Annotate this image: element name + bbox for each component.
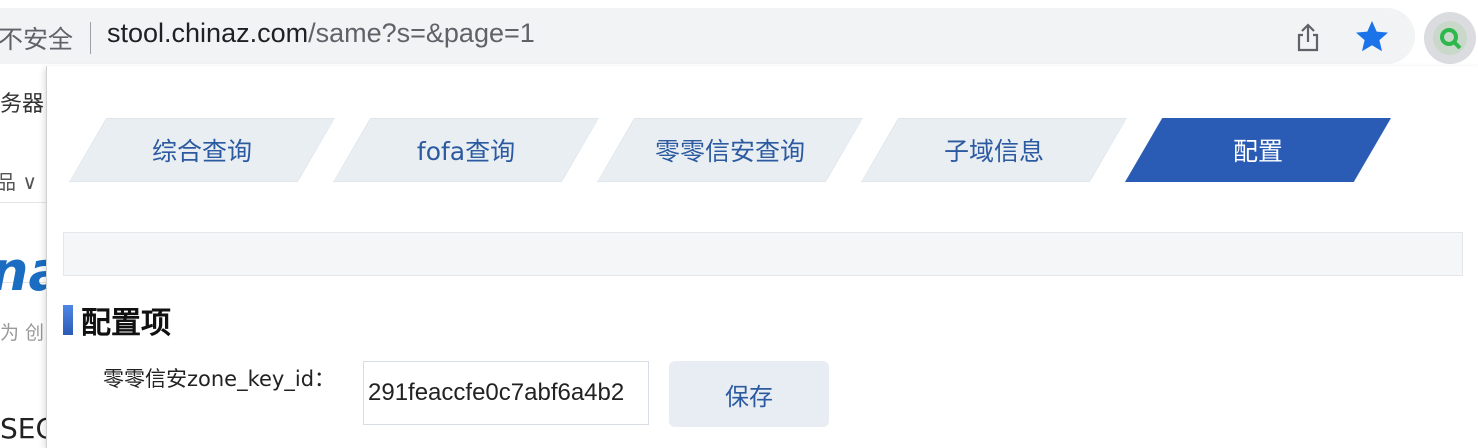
address-separator	[90, 22, 91, 54]
divider	[0, 202, 48, 203]
extension-popup: 综合查询 fofa查询 零零信安查询 子域信息 配置 配置项 零零信安zone_…	[46, 66, 1478, 448]
bg-text: 务器	[0, 92, 45, 117]
bg-dropdown: 品 ∨	[0, 170, 37, 194]
tab-subdomain-info[interactable]: 子域信息	[861, 118, 1127, 182]
url-path: /same?s=&page=1	[308, 18, 535, 48]
section-accent-bar	[63, 305, 73, 335]
tab-label: 配置	[1232, 137, 1283, 166]
zone-key-id-input[interactable]	[363, 361, 649, 425]
tab-label: 综合查询	[151, 137, 252, 166]
share-icon[interactable]	[1292, 22, 1324, 54]
info-bar	[63, 232, 1463, 276]
tab-comprehensive-query[interactable]: 综合查询	[69, 118, 335, 182]
tab-lingling-query[interactable]: 零零信安查询	[597, 118, 863, 182]
extension-icon-inner	[1433, 21, 1467, 55]
tab-fofa-query[interactable]: fofa查询	[333, 118, 599, 182]
section-title: 配置项	[63, 300, 171, 341]
url-host: stool.chinaz.com	[107, 18, 309, 48]
security-indicator[interactable]: 不安全	[0, 20, 73, 56]
bg-tagline: 为 创	[0, 322, 45, 344]
tab-label: fofa查询	[416, 137, 516, 166]
url-text[interactable]: stool.chinaz.com/same?s=&page=1	[107, 18, 535, 49]
tab-config[interactable]: 配置	[1125, 118, 1391, 182]
zone-key-id-label: 零零信安zone_key_id：	[103, 367, 336, 391]
extension-icon[interactable]	[1424, 12, 1476, 64]
save-button[interactable]: 保存	[669, 361, 829, 427]
browser-toolbar: 不安全 stool.chinaz.com/same?s=&page=1	[0, 0, 1478, 66]
section-title-text: 配置项	[81, 306, 171, 341]
tab-label: 子域信息	[943, 137, 1044, 166]
bookmark-star-icon[interactable]	[1352, 17, 1392, 57]
tab-label: 零零信安查询	[654, 137, 805, 166]
